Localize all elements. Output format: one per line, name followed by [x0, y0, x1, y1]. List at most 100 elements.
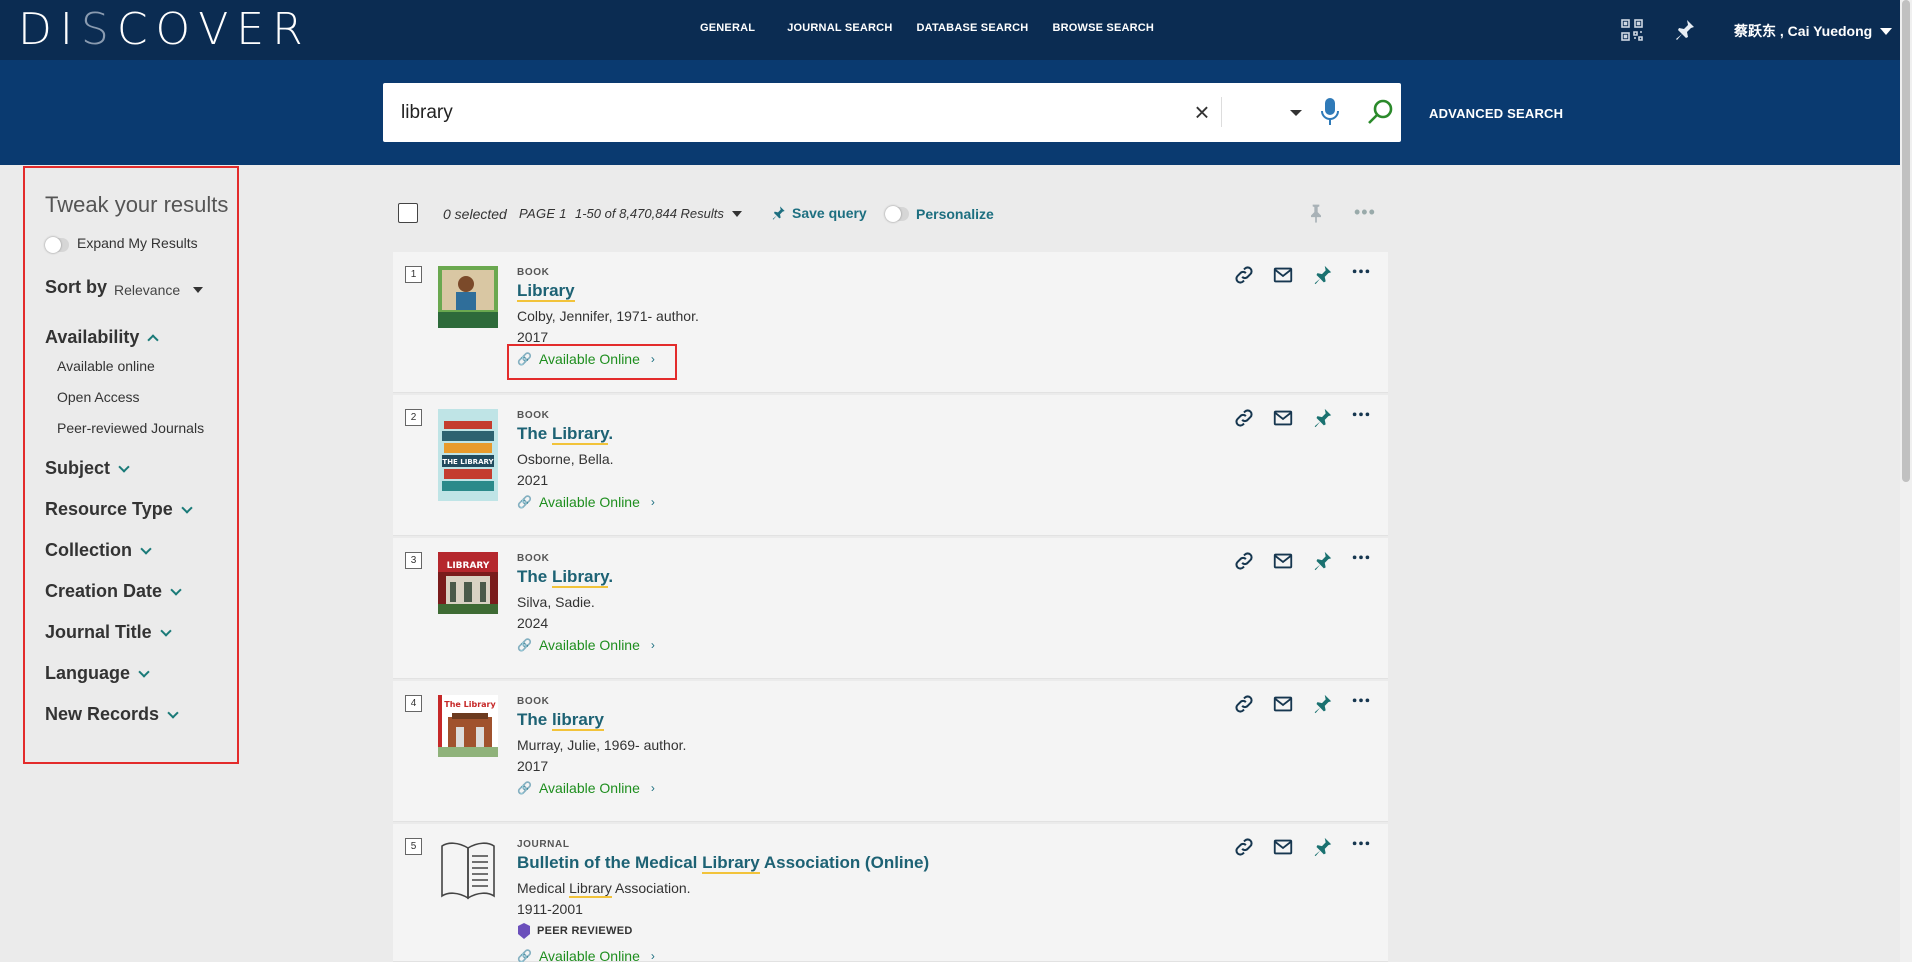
- nav-general[interactable]: GENERAL: [700, 22, 755, 34]
- facet-availability[interactable]: Availability: [45, 327, 160, 348]
- scrollbar-thumb[interactable]: [1902, 0, 1910, 482]
- result-title-link[interactable]: The Library.: [517, 567, 613, 588]
- search-icon[interactable]: [1366, 98, 1394, 126]
- user-menu[interactable]: 蔡跃东 , Cai Yuedong: [1734, 21, 1893, 41]
- chevron-right-icon: ›: [650, 781, 655, 795]
- resource-type-label: JOURNAL: [517, 839, 570, 850]
- available-online-link[interactable]: 🔗 Available Online ›: [517, 351, 655, 367]
- page-indicator: PAGE 1: [519, 206, 567, 221]
- chevron-down-icon: [160, 624, 172, 637]
- expand-results-toggle[interactable]: [45, 237, 69, 253]
- link-icon: 🔗: [517, 638, 532, 652]
- more-options-icon[interactable]: [1350, 550, 1372, 572]
- nav-database-search[interactable]: DATABASE SEARCH: [916, 22, 1028, 34]
- more-options-icon[interactable]: [1350, 407, 1372, 429]
- nav-journal-search[interactable]: JOURNAL SEARCH: [787, 22, 892, 34]
- book-cover-thumbnail[interactable]: [438, 266, 498, 328]
- journal-icon-thumbnail[interactable]: [438, 838, 498, 900]
- book-cover-thumbnail[interactable]: THE LIBRARY: [438, 409, 498, 501]
- more-options-icon[interactable]: [1350, 693, 1372, 715]
- result-card[interactable]: 2 THE LIBRARY BOOK The Library. Osborne,…: [393, 395, 1388, 536]
- permalink-icon[interactable]: [1233, 407, 1255, 429]
- facet-collection[interactable]: Collection: [45, 540, 152, 561]
- result-date: 2021: [517, 472, 549, 488]
- facet-item-open-access[interactable]: Open Access: [57, 389, 140, 405]
- page-scrollbar[interactable]: [1900, 0, 1912, 962]
- result-rank-checkbox[interactable]: 4: [405, 695, 422, 712]
- facet-item-available-online[interactable]: Available online: [57, 358, 155, 374]
- result-card[interactable]: 4 The Library BOOK The library Murray, J…: [393, 681, 1388, 822]
- permalink-icon[interactable]: [1233, 550, 1255, 572]
- pin-icon[interactable]: [1311, 836, 1333, 858]
- result-title-link[interactable]: Bulletin of the Medical Library Associat…: [517, 853, 929, 874]
- chevron-down-icon: [118, 460, 130, 473]
- result-actions: [1233, 693, 1372, 715]
- more-options-icon[interactable]: •••: [1354, 202, 1376, 223]
- pin-icon[interactable]: [1311, 407, 1333, 429]
- available-online-link[interactable]: 🔗 Available Online ›: [517, 494, 655, 510]
- facet-journal-title[interactable]: Journal Title: [45, 622, 172, 643]
- qr-code-icon[interactable]: [1620, 18, 1644, 42]
- chevron-right-icon: ›: [650, 638, 655, 652]
- available-online-link[interactable]: 🔗 Available Online ›: [517, 780, 655, 796]
- permalink-icon[interactable]: [1233, 836, 1255, 858]
- chevron-right-icon: ›: [650, 352, 655, 366]
- result-author: Murray, Julie, 1969- author.: [517, 737, 687, 753]
- search-scope-dropdown-icon[interactable]: [1290, 110, 1302, 116]
- result-date: 2017: [517, 758, 549, 774]
- facet-subject[interactable]: Subject: [45, 458, 130, 479]
- available-online-link[interactable]: 🔗 Available Online ›: [517, 948, 655, 962]
- result-card[interactable]: 3 LIBRARY BOOK The Library. Silva, Sadie…: [393, 538, 1388, 679]
- pin-icon[interactable]: [1311, 693, 1333, 715]
- facet-new-records[interactable]: New Records: [45, 704, 179, 725]
- pin-icon[interactable]: [1306, 203, 1326, 223]
- microphone-icon[interactable]: [1319, 97, 1341, 127]
- chevron-down-icon: [140, 542, 152, 555]
- discover-logo[interactable]: DISCOVER: [18, 8, 311, 52]
- result-rank-checkbox[interactable]: 1: [405, 266, 422, 283]
- pinned-items-icon[interactable]: [1672, 18, 1696, 42]
- clear-search-icon[interactable]: ×: [1189, 99, 1215, 125]
- save-query-button[interactable]: Save query: [770, 204, 867, 222]
- email-icon[interactable]: [1272, 407, 1294, 429]
- permalink-icon[interactable]: [1233, 693, 1255, 715]
- select-all-checkbox[interactable]: [398, 203, 418, 223]
- result-card[interactable]: 5 JOURNAL Bulletin of the Medical Librar…: [393, 824, 1388, 962]
- result-card[interactable]: 1 BOOK Library Colby, Jennifer, 1971- au…: [393, 252, 1388, 393]
- facet-resource-type[interactable]: Resource Type: [45, 499, 193, 520]
- book-cover-thumbnail[interactable]: The Library: [438, 695, 498, 757]
- result-rank-checkbox[interactable]: 5: [405, 838, 422, 855]
- result-title-link[interactable]: The Library.: [517, 424, 613, 445]
- email-icon[interactable]: [1272, 836, 1294, 858]
- available-online-link[interactable]: 🔗 Available Online ›: [517, 637, 655, 653]
- personalize-toggle[interactable]: [885, 206, 909, 222]
- facets-title: Tweak your results: [45, 192, 229, 217]
- facet-item-peer-reviewed[interactable]: Peer-reviewed Journals: [57, 420, 204, 436]
- result-title-link[interactable]: Library: [517, 281, 575, 302]
- main-nav: GENERAL JOURNAL SEARCH DATABASE SEARCH B…: [700, 22, 1160, 34]
- book-cover-thumbnail[interactable]: LIBRARY: [438, 552, 498, 614]
- pin-icon[interactable]: [1311, 550, 1333, 572]
- results-count-dropdown[interactable]: 1-50 of 8,470,844 Results: [575, 206, 742, 221]
- email-icon[interactable]: [1272, 550, 1294, 572]
- advanced-search-link[interactable]: ADVANCED SEARCH: [1429, 106, 1563, 121]
- sort-by-select[interactable]: Relevance: [114, 282, 180, 298]
- search-input[interactable]: [401, 95, 1221, 131]
- thumb-text: The Library: [444, 700, 496, 709]
- permalink-icon[interactable]: [1233, 264, 1255, 286]
- pin-icon[interactable]: [1311, 264, 1333, 286]
- more-options-icon[interactable]: [1350, 264, 1372, 286]
- result-rank-checkbox[interactable]: 2: [405, 409, 422, 426]
- email-icon[interactable]: [1272, 264, 1294, 286]
- result-title-link[interactable]: The library: [517, 710, 604, 731]
- email-icon[interactable]: [1272, 693, 1294, 715]
- selected-count: 0 selected: [443, 206, 507, 222]
- sort-dropdown-icon[interactable]: [193, 287, 203, 293]
- link-icon: 🔗: [517, 495, 532, 509]
- facet-language[interactable]: Language: [45, 663, 150, 684]
- nav-browse-search[interactable]: BROWSE SEARCH: [1052, 22, 1154, 34]
- facet-creation-date[interactable]: Creation Date: [45, 581, 182, 602]
- more-options-icon[interactable]: [1350, 836, 1372, 858]
- expand-results-label: Expand My Results: [77, 235, 198, 251]
- result-rank-checkbox[interactable]: 3: [405, 552, 422, 569]
